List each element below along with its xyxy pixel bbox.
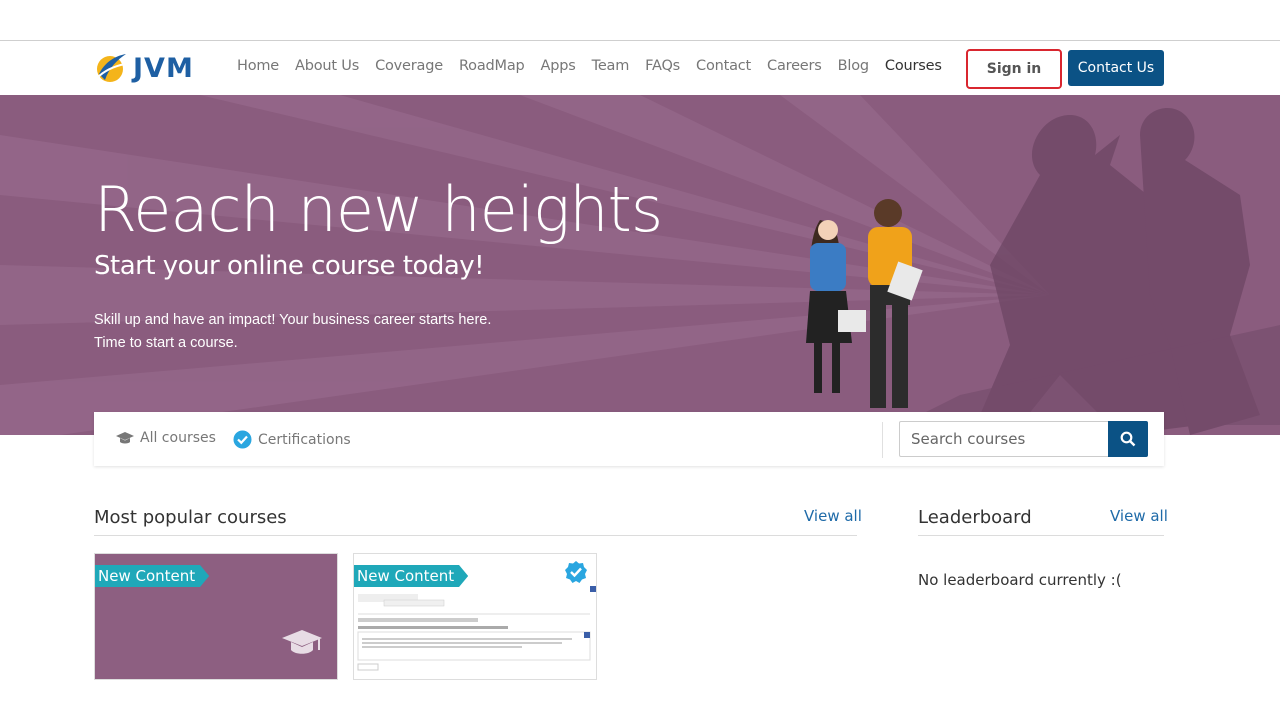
hero-line-2: Time to start a course. — [94, 335, 238, 351]
sign-in-button[interactable]: Sign in — [966, 49, 1062, 89]
nav-blog[interactable]: Blog — [838, 58, 869, 74]
popular-view-all-link[interactable]: View all — [804, 507, 862, 525]
graduation-cap-icon — [282, 630, 322, 654]
search-button[interactable] — [1108, 421, 1148, 457]
hero-title: Reach new heights — [94, 173, 663, 246]
nav-apps[interactable]: Apps — [541, 58, 576, 74]
leaderboard-title: Leaderboard — [918, 507, 1032, 528]
page-bottom-area — [0, 680, 1280, 720]
new-content-badge: New Content — [95, 565, 210, 587]
jvm-logo-icon — [96, 54, 126, 82]
graduation-cap-icon — [116, 431, 134, 445]
nav-careers[interactable]: Careers — [767, 58, 822, 74]
hero-banner: Reach new heights Start your online cour… — [0, 95, 1280, 435]
course-filter-bar: All courses Certifications — [94, 412, 1164, 466]
nav-coverage[interactable]: Coverage — [375, 58, 443, 74]
nav-about-us[interactable]: About Us — [295, 58, 359, 74]
hero-subtitle: Start your online course today! — [94, 251, 485, 281]
browser-top-area — [0, 0, 1280, 41]
filter-divider — [882, 422, 883, 458]
nav-roadmap[interactable]: RoadMap — [459, 58, 525, 74]
course-card-2[interactable]: New Content — [353, 553, 597, 680]
popular-courses-title: Most popular courses — [94, 507, 287, 528]
verified-check-icon — [233, 430, 252, 449]
all-courses-label: All courses — [140, 430, 216, 446]
leaderboard-view-all-link[interactable]: View all — [1110, 507, 1168, 525]
nav-team[interactable]: Team — [592, 58, 630, 74]
navbar: JVM Home About Us Coverage RoadMap Apps … — [0, 41, 1280, 95]
nav-faqs[interactable]: FAQs — [645, 58, 680, 74]
nav-home[interactable]: Home — [237, 58, 279, 74]
nav-courses[interactable]: Courses — [885, 58, 942, 74]
hero-people-illustration — [806, 199, 923, 408]
filter-certifications[interactable]: Certifications — [233, 430, 351, 449]
brand-logo[interactable]: JVM — [93, 49, 194, 87]
contact-us-button[interactable]: Contact Us — [1068, 50, 1164, 86]
filter-all-courses[interactable]: All courses — [116, 430, 216, 446]
hero-line-1: Skill up and have an impact! Your busine… — [94, 312, 492, 328]
brand-name: JVM — [133, 52, 194, 84]
popular-divider — [94, 535, 857, 536]
hero-description: Skill up and have an impact! Your busine… — [94, 309, 491, 355]
verified-check-icon — [565, 561, 587, 583]
search-icon — [1120, 431, 1136, 447]
course-card-1[interactable]: New Content — [94, 553, 338, 680]
new-content-badge: New Content — [354, 565, 469, 587]
search-courses-input[interactable] — [899, 421, 1109, 457]
nav-contact[interactable]: Contact — [696, 58, 751, 74]
leaderboard-divider — [918, 535, 1164, 536]
nav-links: Home About Us Coverage RoadMap Apps Team… — [229, 58, 950, 74]
certifications-label: Certifications — [258, 431, 351, 448]
leaderboard-empty-message: No leaderboard currently :( — [918, 571, 1122, 589]
